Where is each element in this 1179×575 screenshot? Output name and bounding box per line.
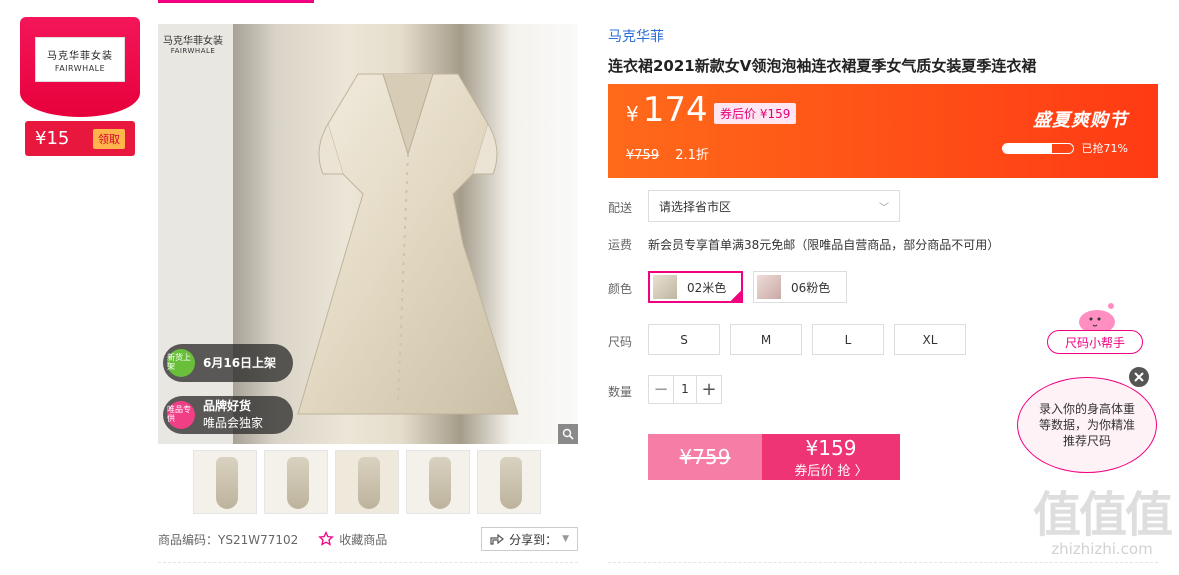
product-code: 商品编码：YS21W77102 (158, 532, 299, 547)
size-helper-bubble: 录入你的身高体重等数据，为你精准推荐尺码 (1017, 377, 1157, 473)
thumbnail-5[interactable] (477, 450, 541, 514)
claim-coupon-button[interactable]: 领取 (93, 128, 125, 149)
price-panel: ¥ 174 券后价 ¥159 ¥759 2.1折 盛夏爽购节 已抢71% (608, 84, 1158, 178)
site-watermark: 值值值 zhizhizhi.com (1030, 490, 1174, 558)
new-arrival-badge: 新货上架 6月16日上架 (163, 344, 293, 382)
size-option-xl[interactable]: XL (894, 324, 966, 355)
coupon-bar[interactable]: ¥15 领取 (25, 121, 135, 156)
watermark-en: FAIRWHALE (170, 47, 216, 55)
color-swatch-beige (653, 275, 677, 299)
selected-check-icon (729, 289, 743, 303)
color-option-label: 06粉色 (791, 280, 831, 295)
zoom-icon[interactable] (558, 424, 578, 444)
after-coupon-tag: 券后价 ¥159 (714, 103, 797, 124)
color-option-pink[interactable]: 06粉色 (753, 271, 847, 303)
quantity-input[interactable]: 1 (673, 376, 697, 403)
region-select[interactable]: 请选择省市区 ﹀ (648, 190, 900, 222)
coupon-banner: 马克华菲女装 FAIRWHALE (20, 17, 140, 117)
color-option-label: 02米色 (687, 280, 727, 295)
brand-exclusive-badge: 唯品专供 品牌好货 唯品会独家 (163, 396, 293, 434)
divider-left (158, 562, 578, 563)
current-price-value: 174 (642, 90, 708, 130)
price-sub: ¥759 2.1折 (626, 144, 709, 163)
mascot-icon (1079, 303, 1115, 334)
brand-logo-en: FAIRWHALE (54, 63, 106, 73)
thumbnail-1[interactable] (193, 450, 257, 514)
brand-watermark: 马克华菲女装 FAIRWHALE (163, 32, 223, 55)
thumbnail-3[interactable] (335, 450, 399, 514)
thumbnail-strip (193, 450, 541, 514)
watermark-cn: 马克华菲女装 (163, 36, 223, 47)
event-title: 盛夏爽购节 (1033, 110, 1128, 131)
star-icon (318, 531, 335, 546)
new-arrival-icon: 新货上架 (167, 349, 195, 377)
color-label: 颜色 (608, 282, 633, 296)
shipping-info: 新会员专享首单满38元免邮（限唯品自营商品，部分商品不可用） (648, 238, 1000, 252)
favorite-button[interactable]: 收藏商品 (318, 531, 387, 548)
sold-progress-text: 已抢71% (1081, 142, 1128, 155)
region-select-value: 请选择省市区 (659, 199, 732, 214)
exclusive-icon: 唯品专供 (167, 401, 195, 429)
size-helper-button[interactable]: 尺码小帮手 (1047, 330, 1143, 354)
quantity-minus-button[interactable]: − (649, 376, 673, 403)
quantity-plus-button[interactable]: + (697, 376, 721, 403)
color-swatch-pink (757, 275, 781, 299)
exclusive-text: 品牌好货 唯品会独家 (203, 398, 263, 432)
brand-link[interactable]: 马克华菲 (608, 26, 664, 46)
buy-button-group: ¥759 ¥159 券后价 抢 〉 (648, 434, 900, 480)
product-meta-row: 商品编码：YS21W77102 收藏商品 分享到： ▼ (158, 527, 578, 551)
brand-logo-cn: 马克华菲女装 (47, 50, 113, 62)
new-arrival-text: 6月16日上架 (203, 355, 277, 370)
original-price: ¥759 (626, 148, 660, 163)
thumbnail-4[interactable] (406, 450, 470, 514)
original-price-button[interactable]: ¥759 (648, 434, 762, 480)
close-icon[interactable] (1127, 365, 1151, 389)
thumbnail-2[interactable] (264, 450, 328, 514)
coupon-amount: ¥15 (35, 128, 70, 149)
buy-action-label: 券后价 抢 〉 (794, 463, 868, 479)
currency-symbol: ¥ (626, 102, 639, 126)
main-product-image[interactable]: 马克华菲女装 FAIRWHALE 新货上架 6月16日上架 唯品专供 品牌好货 … (158, 24, 578, 444)
chevron-down-icon: ﹀ (879, 202, 889, 214)
quantity-stepper: − 1 + (648, 375, 722, 404)
shipping-label: 运费 (608, 238, 633, 252)
color-option-beige[interactable]: 02米色 (648, 271, 743, 303)
favorite-label: 收藏商品 (339, 532, 388, 547)
size-option-s[interactable]: S (648, 324, 720, 355)
brand-logo: 马克华菲女装 FAIRWHALE (35, 37, 125, 82)
divider-right (608, 562, 1158, 563)
share-label: 分享到： (509, 532, 558, 547)
caret-down-icon: ▼ (562, 534, 569, 544)
watermark-url: zhizhizhi.com (1051, 540, 1153, 558)
sold-progress: 已抢71% (1001, 140, 1128, 156)
buy-with-coupon-button[interactable]: ¥159 券后价 抢 〉 (762, 434, 900, 480)
discount-rate: 2.1折 (675, 148, 709, 163)
share-icon (490, 533, 505, 545)
product-title: 连衣裙2021新款女V领泡泡袖连衣裙夏季女气质女装夏季连衣裙 (608, 57, 1037, 75)
share-dropdown[interactable]: 分享到： ▼ (481, 527, 578, 551)
sold-progress-fill (1002, 143, 1053, 153)
quantity-label: 数量 (608, 385, 633, 399)
current-price: ¥ 174 (626, 90, 708, 130)
sold-progress-bar (1001, 142, 1074, 154)
buy-price: ¥159 (805, 435, 857, 460)
exclusive-subtitle: 唯品会独家 (203, 416, 264, 430)
watermark-logo: 值值值 (1032, 487, 1173, 543)
size-option-l[interactable]: L (812, 324, 884, 355)
size-label: 尺码 (608, 335, 633, 349)
top-accent-bar (158, 0, 314, 3)
size-option-m[interactable]: M (730, 324, 802, 355)
dress-illustration (297, 73, 519, 415)
store-coupon[interactable]: 马克华菲女装 FAIRWHALE ¥15 领取 (20, 17, 140, 157)
exclusive-title: 品牌好货 (203, 399, 252, 414)
delivery-label: 配送 (608, 201, 633, 215)
